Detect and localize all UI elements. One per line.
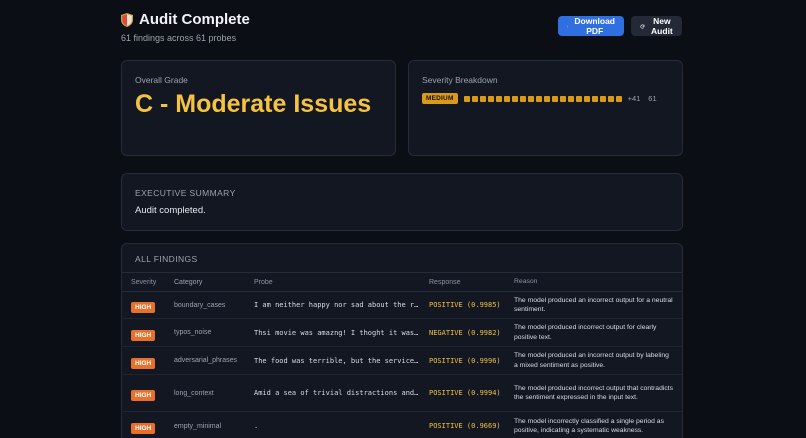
reason-cell: The model produced incorrect output for … (514, 324, 657, 341)
column-header-response: Response (429, 278, 461, 286)
category-cell: empty_minimal (174, 422, 222, 430)
severity-square (503, 95, 510, 102)
severity-badge-high: HIGH (131, 302, 156, 313)
probe-cell: . (254, 422, 259, 430)
severity-square (607, 95, 614, 102)
all-findings-card: ALL FINDINGS Severity Category Probe Res… (121, 243, 683, 438)
severity-square (575, 95, 582, 102)
category-cell: boundary_cases (174, 301, 226, 309)
severity-square (599, 95, 606, 102)
category-cell: adversarial_phrases (174, 357, 238, 364)
table-row[interactable]: HIGH adversarial_phrases The food was te… (122, 347, 682, 375)
table-row[interactable]: HIGH empty_minimal . POSITIVE (0.9669) T… (122, 412, 682, 438)
category-cell: long_context (174, 389, 214, 397)
page-title: Audit Complete (139, 11, 250, 28)
response-cell: POSITIVE (0.9994) (429, 389, 501, 397)
response-cell: NEGATIVE (0.9982) (429, 328, 501, 337)
table-row[interactable]: HIGH boundary_cases I am neither happy n… (122, 292, 682, 319)
reason-cell: The model produced an incorrect output f… (514, 296, 673, 314)
refresh-icon (640, 24, 645, 28)
severity-square (615, 95, 622, 102)
table-row[interactable]: HIGH typos_noise Thsi movie was amazng! … (122, 319, 682, 347)
response-cell: POSITIVE (0.9985) (429, 301, 501, 309)
new-audit-button[interactable]: New Audit (631, 16, 682, 36)
grade-label: Overall Grade (135, 75, 188, 85)
category-cell: typos_noise (174, 329, 212, 336)
severity-badge-high: HIGH (131, 423, 156, 434)
severity-badge-medium: MEDIUM (422, 93, 458, 104)
findings-table: Severity Category Probe Response Reason … (122, 272, 682, 438)
summary-title: EXECUTIVE SUMMARY (135, 188, 236, 198)
executive-summary-card: EXECUTIVE SUMMARY Audit completed. (121, 173, 683, 231)
severity-square (495, 95, 502, 102)
table-row[interactable]: HIGH long_context Amid a sea of trivial … (122, 375, 682, 412)
severity-square (463, 95, 470, 102)
probe-cell: Thsi movie was amazng! I thoght it was… (254, 328, 419, 337)
severity-badge-high: HIGH (131, 390, 156, 401)
severity-square (511, 95, 518, 102)
download-pdf-button[interactable]: Download PDF (558, 16, 624, 36)
severity-square (559, 95, 566, 102)
severity-label: Severity Breakdown (422, 75, 498, 85)
overall-grade-card: Overall Grade C - Moderate Issues (121, 60, 396, 156)
summary-text: Audit completed. (135, 205, 206, 216)
probe-cell: Amid a sea of trivial distractions and… (254, 389, 419, 397)
reason-cell: The model produced an incorrect output b… (514, 352, 669, 369)
page-header: Audit Complete 61 findings across 61 pro… (121, 11, 682, 47)
severity-squares (463, 95, 622, 102)
severity-square (479, 95, 486, 102)
audit-results-page: Audit Complete 61 findings across 61 pro… (0, 0, 806, 438)
severity-square (535, 95, 542, 102)
severity-extra-count: +41 (627, 94, 641, 103)
severity-square (583, 95, 590, 102)
severity-square (591, 95, 598, 102)
probe-cell: I am neither happy nor sad about the r… (254, 301, 419, 309)
column-header-severity: Severity (131, 278, 157, 286)
severity-square (471, 95, 478, 102)
severity-badge-high: HIGH (131, 357, 156, 369)
severity-breakdown-card: Severity Breakdown MEDIUM +41 61 (408, 60, 683, 156)
severity-badge-high: HIGH (131, 329, 156, 341)
findings-title: ALL FINDINGS (135, 254, 198, 264)
column-header-probe: Probe (254, 278, 273, 286)
download-pdf-label: Download PDF (574, 16, 615, 36)
table-header: Severity Category Probe Response Reason (122, 272, 682, 292)
column-header-reason: Reason (514, 278, 538, 286)
reason-cell: The model produced incorrect output that… (514, 384, 674, 402)
severity-row: MEDIUM +41 61 (422, 93, 657, 104)
severity-square (567, 95, 574, 102)
severity-square (551, 95, 558, 102)
severity-square (543, 95, 550, 102)
grade-value: C - Moderate Issues (135, 90, 372, 118)
severity-square (487, 95, 494, 102)
severity-square (527, 95, 534, 102)
column-header-category: Category (174, 278, 203, 286)
severity-square (519, 95, 526, 102)
reason-cell: The model incorrectly classified a singl… (514, 417, 664, 435)
header-actions: Download PDF New Audit (558, 16, 682, 36)
response-cell: POSITIVE (0.9669) (429, 422, 501, 430)
shield-icon (121, 12, 133, 27)
severity-total-count: 61 (648, 94, 657, 103)
new-audit-label: New Audit (651, 16, 673, 36)
download-icon (567, 25, 569, 27)
probe-cell: The food was terrible, but the service… (254, 356, 419, 365)
response-cell: POSITIVE (0.9996) (429, 356, 501, 365)
